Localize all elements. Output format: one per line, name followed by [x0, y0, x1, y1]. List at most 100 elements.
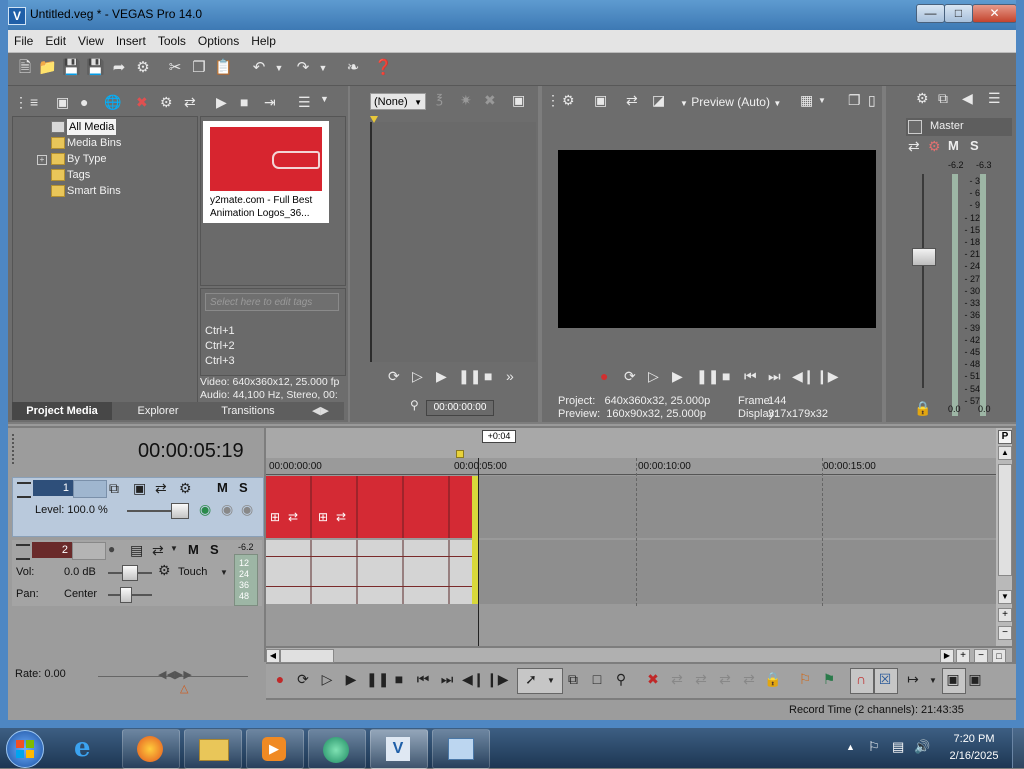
vertical-scroll-thumb[interactable] [998, 464, 1012, 576]
cut-icon[interactable]: ✂ [166, 59, 184, 77]
preview-play-icon[interactable]: ▶ [672, 368, 683, 385]
trim-start-icon[interactable]: ⇄ [692, 671, 710, 688]
transport-play-from-start-icon[interactable]: ▷ [318, 671, 336, 688]
timeline-horizontal-scrollbar[interactable]: ◀ ▶ + − □ [266, 648, 1012, 663]
auto-preview-icon[interactable]: ⇄ [184, 94, 196, 111]
remove-media-icon[interactable]: ✖ [136, 94, 148, 111]
redo-dropdown-icon[interactable]: ▼ [314, 59, 332, 77]
undo-icon[interactable]: ↶ [250, 59, 268, 77]
undo-dropdown-icon[interactable]: ▼ [270, 59, 288, 77]
zoom-in-vertical-icon[interactable]: + [998, 608, 1012, 622]
trimmer-display[interactable] [370, 116, 536, 362]
trimmer-pane-icon[interactable]: ▣ [512, 92, 525, 109]
delete-icon[interactable]: ✖ [644, 671, 662, 688]
save-as-icon[interactable]: 💾 [86, 59, 105, 77]
composite-child-icon[interactable]: ◉ [199, 501, 211, 518]
video-event-clip[interactable]: ⊞ ⇄ ⊞ ⇄ [266, 476, 474, 538]
audio-track-name-field[interactable] [72, 542, 106, 560]
media-thumbnail-card[interactable]: y2mate.com - Full Best Animation Logos_3… [203, 121, 329, 223]
transport-go-to-end-icon[interactable]: ⏭ [438, 671, 456, 688]
go-to-start-icon[interactable]: ⏮ [744, 368, 757, 385]
preview-view-icon[interactable]: ◪ [652, 92, 665, 109]
show-desktop-button[interactable] [1012, 728, 1024, 768]
spellcheck-icon[interactable]: ℥ [436, 92, 443, 106]
transport-go-to-start-icon[interactable]: ⏮ [414, 671, 432, 688]
action-center-flag-icon[interactable]: ⚐ [868, 739, 880, 755]
master-fader-handle[interactable] [912, 248, 936, 266]
horizontal-scroll-thumb[interactable] [280, 649, 334, 663]
master-select-icon[interactable] [908, 120, 922, 134]
menu-insert[interactable]: Insert [110, 30, 152, 52]
zoom-tool-icon[interactable]: □ [992, 649, 1006, 663]
minimize-button[interactable]: — [916, 4, 945, 23]
video-track-name-field[interactable] [73, 480, 107, 498]
split-icon[interactable]: ⇄ [740, 671, 758, 688]
compositing-mode-icon[interactable]: ▣ [133, 480, 146, 497]
audio-mute-button[interactable]: M [188, 542, 199, 557]
automation-settings-icon[interactable]: ⚙ [158, 562, 171, 579]
event-pan-crop-icon[interactable]: ⊞ [270, 510, 280, 524]
tree-media-bins[interactable]: Media Bins [51, 135, 121, 151]
tree-by-type[interactable]: By Type [51, 151, 107, 167]
tree-all-media[interactable]: All Media [51, 119, 117, 135]
overlays-dropdown-icon[interactable]: ▼ [818, 96, 826, 105]
scroll-left-icon[interactable]: ◀ [266, 649, 280, 663]
tabs-scroll-icon[interactable]: ◀▶ [312, 404, 329, 417]
ripple-dropdown-icon[interactable]: ▼ [924, 676, 942, 685]
tree-tags[interactable]: Tags [51, 167, 90, 183]
transport-record-icon[interactable]: ● [271, 671, 289, 687]
redo-icon[interactable]: ↷ [294, 59, 312, 77]
track-collapse-icon[interactable] [17, 482, 31, 498]
trimmer-clear-icon[interactable]: ✖ [484, 92, 496, 109]
automation-mode[interactable]: Touch [178, 566, 207, 578]
arm-record-icon[interactable]: ● [108, 542, 115, 556]
video-track-gear-icon[interactable]: ⚙ [179, 480, 192, 497]
network-app-taskbar-button[interactable] [432, 729, 490, 769]
master-fx-icon[interactable]: ⚙ [916, 90, 929, 107]
zoom-in-horizontal-icon[interactable]: + [956, 649, 970, 663]
auto-play-icon[interactable]: ⇥ [264, 94, 276, 111]
transport-pause-icon[interactable]: ❚❚ [366, 671, 389, 688]
panel-divider[interactable] [8, 424, 1016, 426]
marker-tool-icon[interactable]: P [998, 430, 1012, 444]
trimmer-forward-icon[interactable]: » [506, 368, 514, 384]
views-icon[interactable]: ☰ [298, 94, 311, 111]
master-mute-button[interactable]: M [948, 138, 959, 153]
trim-end-icon[interactable]: ⇄ [716, 671, 734, 688]
zoom-out-vertical-icon[interactable]: − [998, 626, 1012, 640]
video-track-header[interactable]: 1 ⧉ ▣ ⇄ ⚙ M S Level: 100.0 % ◉ ◉ ◉ [12, 477, 264, 537]
edit-tool-dropdown-icon[interactable]: ▼ [542, 676, 560, 685]
transport-play-icon[interactable]: ▶ [342, 671, 360, 688]
menu-tools[interactable]: Tools [152, 30, 192, 52]
transport-prev-frame-icon[interactable]: ◀❙ [462, 671, 485, 688]
normal-edit-tool-icon[interactable]: ➚ [522, 671, 540, 688]
scroll-up-icon[interactable]: ▲ [998, 446, 1012, 460]
invert-phase-icon[interactable]: ▤ [130, 542, 143, 559]
taskbar-date[interactable]: 2/16/2025 [942, 750, 1006, 762]
tab-project-media[interactable]: Project Media [12, 402, 112, 420]
audio-solo-button[interactable]: S [210, 542, 219, 557]
master-insert-fx-icon[interactable]: ⇄ [908, 138, 920, 155]
event-pan-crop-icon-2[interactable]: ⊞ [318, 510, 328, 524]
loop-region-marker[interactable] [456, 450, 464, 458]
next-frame-icon[interactable]: ❙▶ [816, 368, 839, 385]
tree-smart-bins[interactable]: Smart Bins [51, 183, 121, 199]
trimmer-play-icon[interactable]: ▶ [436, 368, 447, 385]
import-media-icon[interactable]: ≡ [30, 94, 38, 110]
media-player-taskbar-button[interactable]: ▶ [246, 729, 304, 769]
internet-explorer-icon[interactable]: e [74, 734, 102, 762]
explorer-taskbar-button[interactable] [184, 729, 242, 769]
copy-snapshot-icon[interactable]: ❐ [848, 92, 861, 109]
lock-envelopes-icon[interactable]: ▣ [944, 671, 962, 688]
get-media-web-icon[interactable]: ● [80, 94, 88, 110]
event-fx-icon[interactable]: ⇄ [288, 510, 298, 524]
start-button[interactable] [6, 730, 44, 768]
show-hidden-icons[interactable]: ▲ [846, 742, 855, 752]
selection-edit-tool-icon[interactable]: □ [588, 671, 606, 687]
stop-icon[interactable]: ■ [240, 94, 248, 110]
new-file-icon[interactable]: 🗎 [16, 59, 34, 77]
views-dropdown-icon[interactable]: ▼ [320, 94, 329, 104]
preview-quality-select[interactable]: ▼ Preview (Auto) ▼ [680, 95, 781, 109]
expand-by-type-icon[interactable]: + [37, 155, 47, 165]
vol-slider-handle[interactable] [122, 565, 138, 581]
